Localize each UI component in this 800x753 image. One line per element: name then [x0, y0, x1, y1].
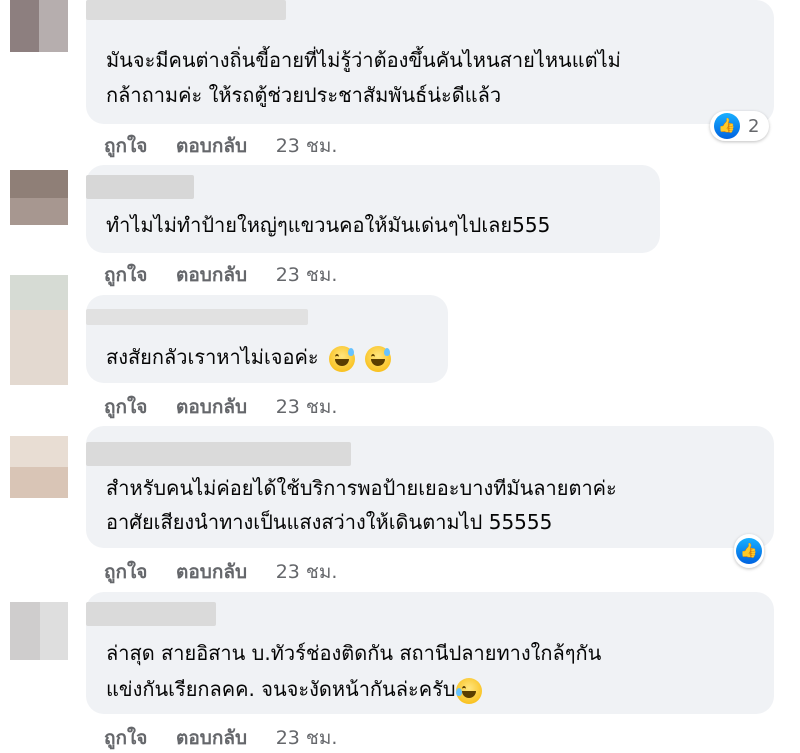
avatar[interactable] [10, 0, 68, 52]
reply-button[interactable]: ตอบกลับ [176, 727, 247, 749]
timestamp[interactable]: 23 ชม. [276, 396, 338, 418]
reaction-count: 2 [748, 115, 760, 137]
reply-button[interactable]: ตอบกลับ [176, 561, 247, 583]
comment-text-line: อาศัยเสียงนำทางเป็นแสงสว่างให้เดินตามไป … [106, 510, 553, 534]
comment-actions: ถูกใจ ตอบกลับ 23 ชม. [104, 260, 359, 290]
reply-button[interactable]: ตอบกลับ [176, 264, 247, 286]
blurred-author-name[interactable] [86, 309, 308, 325]
avatar[interactable] [10, 436, 68, 498]
reply-button[interactable]: ตอบกลับ [176, 135, 247, 157]
blurred-author-name[interactable] [86, 602, 216, 626]
comment-text-line: ล่าสุด สายอิสาน บ.ทัวร์ช่องติดกัน สถานีป… [106, 641, 602, 665]
avatar[interactable] [10, 170, 68, 225]
comment-text-line: ทำไมไม่ทำป้ายใหญ่ๆแขวนคอให้มันเด่นๆไปเลย… [106, 213, 551, 237]
timestamp[interactable]: 23 ชม. [276, 264, 338, 286]
avatar[interactable] [10, 602, 68, 660]
comment-actions: ถูกใจ ตอบกลับ 23 ชม. [104, 392, 359, 422]
blurred-author-name[interactable] [86, 442, 351, 466]
comment-actions: ถูกใจ ตอบกลับ 23 ชม. [104, 131, 359, 161]
like-button[interactable]: ถูกใจ [104, 727, 147, 749]
blurred-author-name[interactable] [86, 0, 286, 20]
sweat-smile-emoji [329, 345, 356, 372]
like-button[interactable]: ถูกใจ [104, 264, 147, 286]
reaction-badge[interactable]: 👍 [734, 534, 764, 568]
comment-text-line: กล้าถามค่ะ ให้รถตู้ช่วยประชาสัมพันธ์น่ะด… [106, 83, 502, 107]
comment-bubble: ทำไมไม่ทำป้ายใหญ่ๆแขวนคอให้มันเด่นๆไปเลย… [86, 165, 660, 253]
comment-bubble: สงสัยกลัวเราหาไม่เจอค่ะ [86, 295, 448, 383]
comment-text-line: มันจะมีคนต่างถิ่นขี้อายที่ไม่รู้ว่าต้องข… [106, 48, 621, 72]
timestamp[interactable]: 23 ชม. [276, 135, 338, 157]
like-reaction-icon: 👍 [736, 538, 762, 564]
comment-bubble: ล่าสุด สายอิสาน บ.ทัวร์ช่องติดกัน สถานีป… [86, 592, 774, 714]
comment-bubble: สำหรับคนไม่ค่อยได้ใช้บริการพอป้ายเยอะบาง… [86, 426, 774, 548]
comment-actions: ถูกใจ ตอบกลับ 23 ชม. [104, 557, 359, 587]
avatar[interactable] [10, 275, 68, 385]
like-button[interactable]: ถูกใจ [104, 135, 147, 157]
laughing-tears-emoji [455, 677, 482, 704]
timestamp[interactable]: 23 ชม. [276, 561, 338, 583]
sweat-smile-emoji [365, 345, 392, 372]
comment-text-line: แข่งกันเรียกลคค. จนจะงัดหน้ากันล่ะครับ [106, 672, 482, 707]
blurred-author-name[interactable] [86, 175, 194, 199]
like-button[interactable]: ถูกใจ [104, 561, 147, 583]
comment-text-line: สำหรับคนไม่ค่อยได้ใช้บริการพอป้ายเยอะบาง… [106, 476, 617, 500]
timestamp[interactable]: 23 ชม. [276, 727, 338, 749]
reaction-badge[interactable]: 👍 2 [710, 111, 770, 141]
like-reaction-icon: 👍 [714, 113, 740, 139]
comment-text-line: สงสัยกลัวเราหาไม่เจอค่ะ [106, 340, 392, 375]
like-button[interactable]: ถูกใจ [104, 396, 147, 418]
reply-button[interactable]: ตอบกลับ [176, 396, 247, 418]
comment-bubble: มันจะมีคนต่างถิ่นขี้อายที่ไม่รู้ว่าต้องข… [86, 0, 774, 124]
